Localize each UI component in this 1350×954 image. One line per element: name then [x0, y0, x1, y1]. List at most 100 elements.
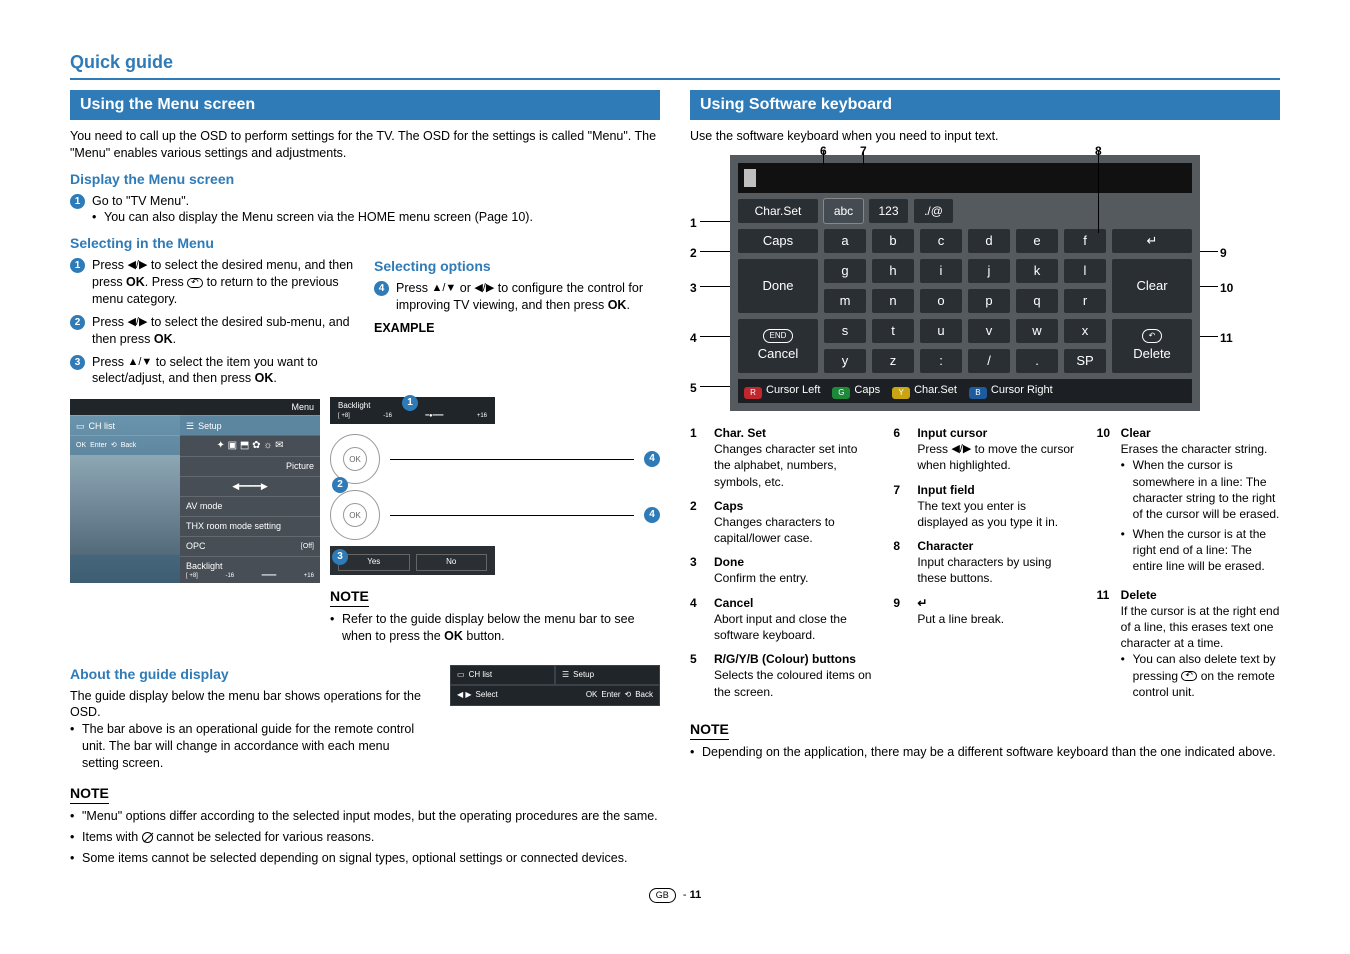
key-colon[interactable]: : — [920, 349, 962, 373]
callout-10: 10 — [1220, 280, 1233, 296]
key-w[interactable]: w — [1016, 319, 1058, 343]
key-g[interactable]: g — [824, 259, 866, 283]
kbd-intro: Use the software keyboard when you need … — [690, 128, 1280, 145]
ch-list-row: ▭CH list — [70, 415, 180, 435]
sel-step-1: 1 Press ◀/▶ to select the desired menu, … — [70, 257, 356, 308]
step-1-text: Go to "TV Menu". — [92, 194, 189, 208]
key-r[interactable]: r — [1064, 289, 1106, 313]
abc-tab[interactable]: abc — [824, 199, 863, 223]
callout-2: 2 — [690, 245, 697, 261]
software-kbd-title: Using Software keyboard — [690, 90, 1280, 120]
cancel-button[interactable]: END Cancel — [738, 319, 818, 373]
about-body: The guide display below the menu bar sho… — [70, 688, 426, 722]
sel-step-2: 2 Press ◀/▶ to select the desired sub-me… — [70, 314, 356, 348]
key-slash[interactable]: / — [968, 349, 1010, 373]
key-d[interactable]: d — [968, 229, 1010, 253]
def-cursor-title: Input cursor — [917, 425, 1076, 441]
key-dot[interactable]: . — [1016, 349, 1058, 373]
tv-menu-mock: Menu ▭CH list OKEnter ⟲Back ☰Setup ✦ ▣ ⬒… — [70, 399, 320, 583]
key-i[interactable]: i — [920, 259, 962, 283]
right-note-body: Depending on the application, there may … — [690, 744, 1280, 761]
no-button: No — [416, 554, 488, 571]
key-e[interactable]: e — [1016, 229, 1058, 253]
key-a[interactable]: a — [824, 229, 866, 253]
step-1-sub: You can also display the Menu screen via… — [92, 209, 660, 226]
key-j[interactable]: j — [968, 259, 1010, 283]
badge-1: 1 — [70, 194, 85, 209]
def-caps-title: Caps — [714, 498, 873, 514]
key-p[interactable]: p — [968, 289, 1010, 313]
about-sub: The bar above is an operational guide fo… — [70, 721, 426, 772]
def-inputfield-title: Input field — [917, 482, 1076, 498]
av-mode-row: AV mode — [180, 496, 320, 516]
key-c[interactable]: c — [920, 229, 962, 253]
opc-row: OPC[Off] — [180, 536, 320, 556]
intro-text: You need to call up the OSD to perform s… — [70, 128, 660, 162]
key-v[interactable]: v — [968, 319, 1010, 343]
badge-4: 4 — [374, 281, 389, 296]
step-1: 1 Go to "TV Menu". You can also display … — [70, 193, 660, 227]
callout-3: 3 — [690, 280, 697, 296]
green-button-icon: G — [832, 387, 850, 399]
key-h[interactable]: h — [872, 259, 914, 283]
menu-title-bar: Menu — [70, 399, 320, 415]
enter-button[interactable]: ↵ — [1112, 229, 1192, 253]
key-o[interactable]: o — [920, 289, 962, 313]
caps-button[interactable]: Caps — [738, 229, 818, 253]
key-y[interactable]: y — [824, 349, 866, 373]
backlight-row: Backlight [ +8]-16━━━━+16 — [180, 556, 320, 583]
delete-button[interactable]: ↶ Delete — [1112, 319, 1192, 373]
def-character-title: Character — [917, 538, 1076, 554]
page-number: 11 — [690, 889, 702, 901]
left-column: Using the Menu screen You need to call u… — [70, 90, 660, 870]
note-item-3: Some items cannot be selected depending … — [70, 850, 660, 867]
sel-step-4: 4 Press ▲/▼ or ◀/▶ to configure the cont… — [374, 280, 660, 314]
selecting-options-heading: Selecting options — [374, 257, 660, 276]
callout-4b-icon: 4 — [644, 507, 660, 523]
up-down-arrow-icon: ▲/▼ — [127, 355, 152, 370]
left-right-arrow-icon: ◀/▶ — [127, 315, 147, 330]
guide-bar-mock: ▭CH list ☰Setup ◀ ▶Select OKEnter ⟲Back — [450, 665, 660, 707]
done-button[interactable]: Done — [738, 259, 818, 313]
key-m[interactable]: m — [824, 289, 866, 313]
yellow-button-icon: Y — [892, 387, 910, 399]
key-z[interactable]: z — [872, 349, 914, 373]
left-right-arrow-icon: ◀/▶ — [474, 281, 494, 296]
def-charset-body: Changes character set into the alphabet,… — [714, 442, 857, 488]
right-column: Using Software keyboard Use the software… — [690, 90, 1280, 870]
left-right-arrow-icon: ◀/▶ — [951, 442, 971, 457]
key-f[interactable]: f — [1064, 229, 1106, 253]
badge-3: 3 — [70, 355, 85, 370]
blue-button-icon: B — [969, 387, 987, 399]
badge-1b: 1 — [70, 258, 85, 273]
key-s[interactable]: s — [824, 319, 866, 343]
key-q[interactable]: q — [1016, 289, 1058, 313]
callout-5: 5 — [690, 380, 697, 396]
key-u[interactable]: u — [920, 319, 962, 343]
note-label-2: NOTE — [70, 784, 109, 804]
key-x[interactable]: x — [1064, 319, 1106, 343]
key-space[interactable]: SP — [1064, 349, 1106, 373]
sym-tab[interactable]: ./@ — [914, 199, 953, 223]
note-label-1: NOTE — [330, 587, 369, 607]
end-icon: END — [763, 329, 794, 343]
colour-strip: RCursor Left GCaps YChar.Set BCursor Rig… — [738, 379, 1192, 403]
return-icon — [187, 278, 203, 288]
key-n[interactable]: n — [872, 289, 914, 313]
charset-tab[interactable]: Char.Set — [738, 199, 818, 223]
key-l[interactable]: l — [1064, 259, 1106, 283]
def-delete-title: Delete — [1121, 587, 1280, 603]
delete-icon: ↶ — [1142, 329, 1163, 343]
badge-2: 2 — [70, 315, 85, 330]
about-guide-heading: About the guide display — [70, 665, 426, 684]
return-icon — [1181, 671, 1197, 681]
key-b[interactable]: b — [872, 229, 914, 253]
setup-row: ☰Setup — [180, 415, 320, 435]
red-button-icon: R — [744, 387, 762, 399]
callout-4: 4 — [690, 330, 697, 346]
key-k[interactable]: k — [1016, 259, 1058, 283]
key-t[interactable]: t — [872, 319, 914, 343]
input-field[interactable] — [738, 163, 1192, 193]
123-tab[interactable]: 123 — [869, 199, 908, 223]
clear-button[interactable]: Clear — [1112, 259, 1192, 313]
